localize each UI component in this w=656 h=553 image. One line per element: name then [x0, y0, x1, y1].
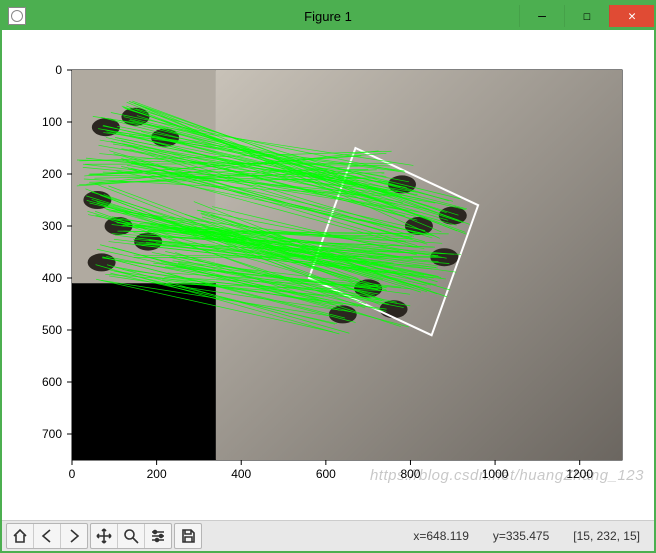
home-button[interactable]: [7, 524, 34, 548]
svg-text:0: 0: [69, 467, 76, 481]
sliders-icon: [150, 528, 166, 544]
svg-text:100: 100: [42, 115, 62, 129]
figure-window: Figure 1 — ☐ ✕ 0 200 400 600 800 1000 1200 0 100…: [0, 0, 656, 553]
svg-text:1200: 1200: [566, 467, 593, 481]
minimize-button[interactable]: —: [519, 5, 564, 27]
svg-text:200: 200: [42, 167, 62, 181]
client-area: 0 200 400 600 800 1000 1200 0 100 200 300 400 500 600…: [2, 30, 654, 551]
plot-canvas[interactable]: 0 200 400 600 800 1000 1200 0 100 200 300 400 500 600…: [2, 30, 654, 520]
save-icon: [180, 528, 196, 544]
forward-button[interactable]: [61, 524, 87, 548]
toolbar: x=648.119 y=335.475 [15, 232, 15]: [2, 520, 654, 551]
zoom-icon: [123, 528, 139, 544]
svg-text:600: 600: [316, 467, 336, 481]
home-icon: [12, 528, 28, 544]
toolbar-group-view: [90, 523, 172, 549]
toolbar-group-save: [174, 523, 202, 549]
svg-text:400: 400: [42, 271, 62, 285]
close-button[interactable]: ✕: [609, 5, 654, 27]
svg-text:700: 700: [42, 427, 62, 441]
maximize-button[interactable]: ☐: [564, 5, 609, 27]
plot-svg: 0 200 400 600 800 1000 1200 0 100 200 300 400 500 600…: [2, 30, 654, 520]
move-icon: [96, 528, 112, 544]
pan-button[interactable]: [91, 524, 118, 548]
app-icon: [8, 7, 26, 25]
zoom-button[interactable]: [118, 524, 145, 548]
svg-text:400: 400: [231, 467, 251, 481]
arrow-right-icon: [66, 528, 82, 544]
titlebar[interactable]: Figure 1 — ☐ ✕: [2, 2, 654, 30]
status-y: y=335.475: [493, 529, 549, 543]
status-pixel: [15, 232, 15]: [573, 529, 640, 543]
status-bar: x=648.119 y=335.475 [15, 232, 15]: [413, 529, 650, 543]
svg-text:500: 500: [42, 323, 62, 337]
window-title: Figure 1: [304, 9, 352, 24]
window-controls: — ☐ ✕: [519, 5, 654, 27]
toolbar-group-nav: [6, 523, 88, 549]
svg-text:300: 300: [42, 219, 62, 233]
svg-text:200: 200: [147, 467, 167, 481]
back-button[interactable]: [34, 524, 61, 548]
svg-text:1000: 1000: [482, 467, 509, 481]
svg-text:0: 0: [55, 63, 62, 77]
svg-text:600: 600: [42, 375, 62, 389]
subplots-button[interactable]: [145, 524, 171, 548]
save-button[interactable]: [175, 524, 201, 548]
status-x: x=648.119: [413, 529, 469, 543]
svg-text:800: 800: [400, 467, 420, 481]
arrow-left-icon: [39, 528, 55, 544]
